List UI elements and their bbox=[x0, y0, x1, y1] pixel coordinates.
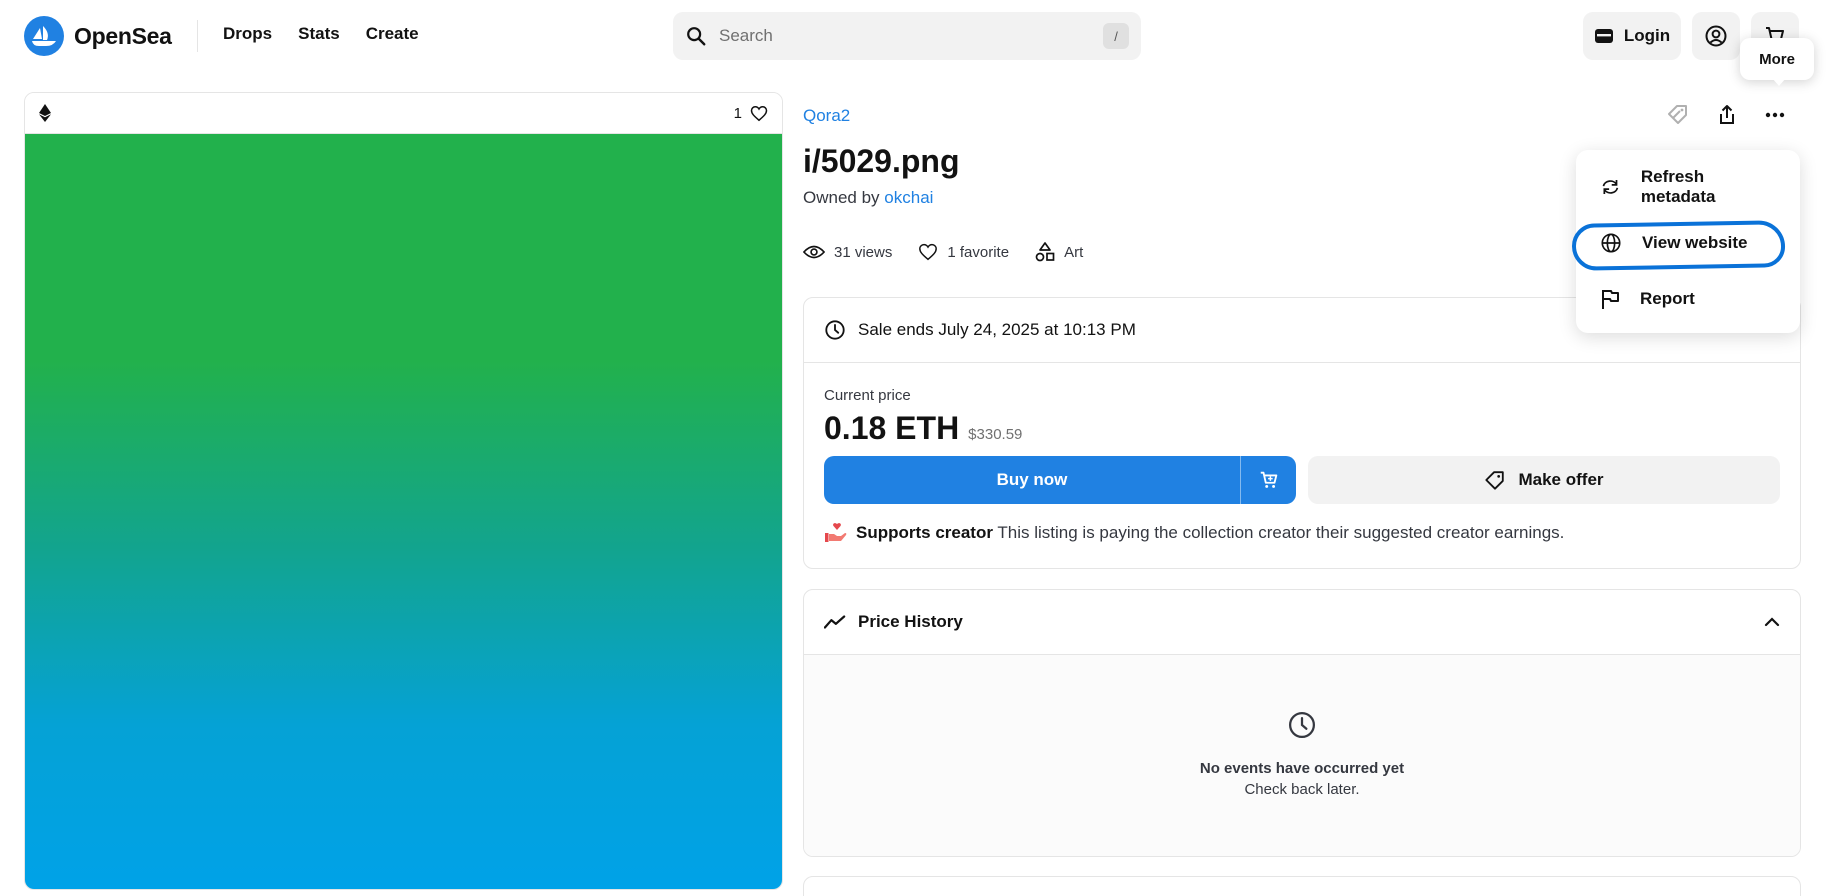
listing-card: Sale ends July 24, 2025 at 10:13 PM Curr… bbox=[803, 297, 1801, 569]
views-count: 31 views bbox=[834, 243, 893, 261]
opensea-boat-icon bbox=[24, 16, 64, 56]
menu-item-refresh-metadata[interactable]: Refresh metadata bbox=[1576, 159, 1800, 215]
views-stat: 31 views bbox=[803, 242, 892, 262]
empty-events-title: No events have occurred yet bbox=[1199, 760, 1405, 777]
ethereum-icon bbox=[39, 104, 51, 122]
eye-icon bbox=[803, 245, 825, 259]
globe-icon bbox=[1601, 233, 1621, 253]
refresh-icon bbox=[1602, 180, 1619, 194]
image-topbar: 1 bbox=[25, 93, 782, 134]
price-history-card: Price History No events have occurred ye… bbox=[803, 589, 1801, 857]
menu-label-view-website: View website bbox=[1642, 233, 1748, 252]
login-button[interactable]: Login bbox=[1583, 12, 1681, 60]
add-to-cart-button[interactable] bbox=[1241, 456, 1296, 504]
supports-creator-title: Supports creator bbox=[856, 523, 993, 542]
buy-group: Buy now bbox=[824, 456, 1296, 504]
purchase-buttons: Buy now Make offer bbox=[824, 456, 1780, 504]
owned-by: Owned by okchai bbox=[803, 188, 933, 208]
price-eth: 0.18 ETH bbox=[824, 410, 960, 446]
make-offer-button[interactable]: Make offer bbox=[1308, 456, 1780, 504]
empty-events-subtitle: Check back later. bbox=[1244, 781, 1360, 798]
clock-icon bbox=[1289, 712, 1315, 738]
price-area: Current price 0.18 ETH $330.59 Buy now M… bbox=[804, 363, 1800, 544]
supports-creator-text: This listing is paying the collection cr… bbox=[997, 523, 1565, 542]
chevron-up-icon[interactable] bbox=[1764, 617, 1780, 627]
menu-item-view-website[interactable]: View website bbox=[1576, 215, 1800, 271]
favorites-stat[interactable]: 1 favorite bbox=[918, 242, 1009, 262]
supports-creator-row: Supports creator This listing is paying … bbox=[824, 522, 1780, 544]
more-options-menu: Refresh metadata View website Report bbox=[1576, 150, 1800, 333]
opensea-logo[interactable]: OpenSea bbox=[24, 16, 172, 56]
owner-link[interactable]: okchai bbox=[884, 188, 933, 207]
wallet-icon bbox=[1594, 29, 1613, 43]
nav-stats[interactable]: Stats bbox=[298, 24, 340, 44]
price-history-empty: No events have occurred yet Check back l… bbox=[804, 655, 1800, 856]
brand-name: OpenSea bbox=[74, 22, 172, 49]
favorite-counter[interactable]: 1 bbox=[734, 105, 768, 122]
search-bar[interactable]: / bbox=[673, 12, 1141, 60]
heart-icon bbox=[919, 243, 938, 261]
top-header: OpenSea Drops Stats Create / Login bbox=[0, 0, 1836, 72]
cart-icon bbox=[1260, 471, 1277, 488]
tag-icon bbox=[1485, 471, 1505, 490]
collection-link[interactable]: Qora2 bbox=[803, 106, 850, 126]
nav-create[interactable]: Create bbox=[366, 24, 419, 44]
sale-ends-text: Sale ends July 24, 2025 at 10:13 PM bbox=[858, 320, 1136, 339]
item-actions bbox=[1666, 104, 1786, 126]
search-shortcut-key: / bbox=[1103, 23, 1129, 49]
buy-now-button[interactable]: Buy now bbox=[824, 456, 1241, 504]
item-stats: 31 views 1 favorite Art bbox=[803, 242, 1083, 262]
login-label: Login bbox=[1623, 26, 1671, 45]
menu-label-report: Report bbox=[1640, 289, 1695, 308]
owned-by-prefix: Owned by bbox=[803, 188, 880, 207]
price-history-title: Price History bbox=[858, 612, 963, 631]
shapes-icon bbox=[1035, 242, 1055, 262]
nft-image[interactable] bbox=[25, 134, 782, 889]
nav-drops[interactable]: Drops bbox=[223, 24, 272, 44]
favorite-count: 1 bbox=[733, 104, 742, 122]
price-row: 0.18 ETH $330.59 bbox=[824, 410, 1780, 447]
profile-button[interactable] bbox=[1692, 12, 1740, 60]
item-title: i/5029.png bbox=[803, 143, 960, 179]
menu-item-report[interactable]: Report bbox=[1576, 271, 1800, 327]
category-stat[interactable]: Art bbox=[1035, 242, 1083, 262]
nft-image-panel: 1 bbox=[24, 92, 783, 890]
price-history-header[interactable]: Price History bbox=[804, 590, 1800, 655]
share-icon[interactable] bbox=[1716, 104, 1738, 126]
menu-label-refresh-metadata: Refresh metadata bbox=[1640, 167, 1716, 206]
hand-heart-icon bbox=[825, 523, 847, 542]
clock-icon bbox=[825, 320, 845, 340]
price-usd: $330.59 bbox=[968, 426, 1023, 443]
favorites-count: 1 favorite bbox=[947, 243, 1010, 261]
nav-divider bbox=[197, 20, 198, 52]
next-section-card bbox=[803, 876, 1801, 896]
current-price-label: Current price bbox=[824, 387, 911, 404]
flag-icon bbox=[1602, 290, 1619, 309]
account-icon bbox=[1705, 25, 1727, 47]
main-nav: Drops Stats Create bbox=[223, 24, 419, 44]
make-offer-label: Make offer bbox=[1518, 470, 1604, 489]
search-input[interactable] bbox=[719, 26, 1103, 46]
trending-icon bbox=[824, 615, 846, 629]
category-label: Art bbox=[1064, 243, 1084, 261]
more-options-icon[interactable] bbox=[1764, 104, 1786, 126]
search-icon bbox=[687, 27, 706, 46]
more-tooltip: More bbox=[1740, 38, 1814, 86]
transfer-tag-icon[interactable] bbox=[1666, 104, 1690, 126]
heart-icon bbox=[750, 105, 768, 121]
